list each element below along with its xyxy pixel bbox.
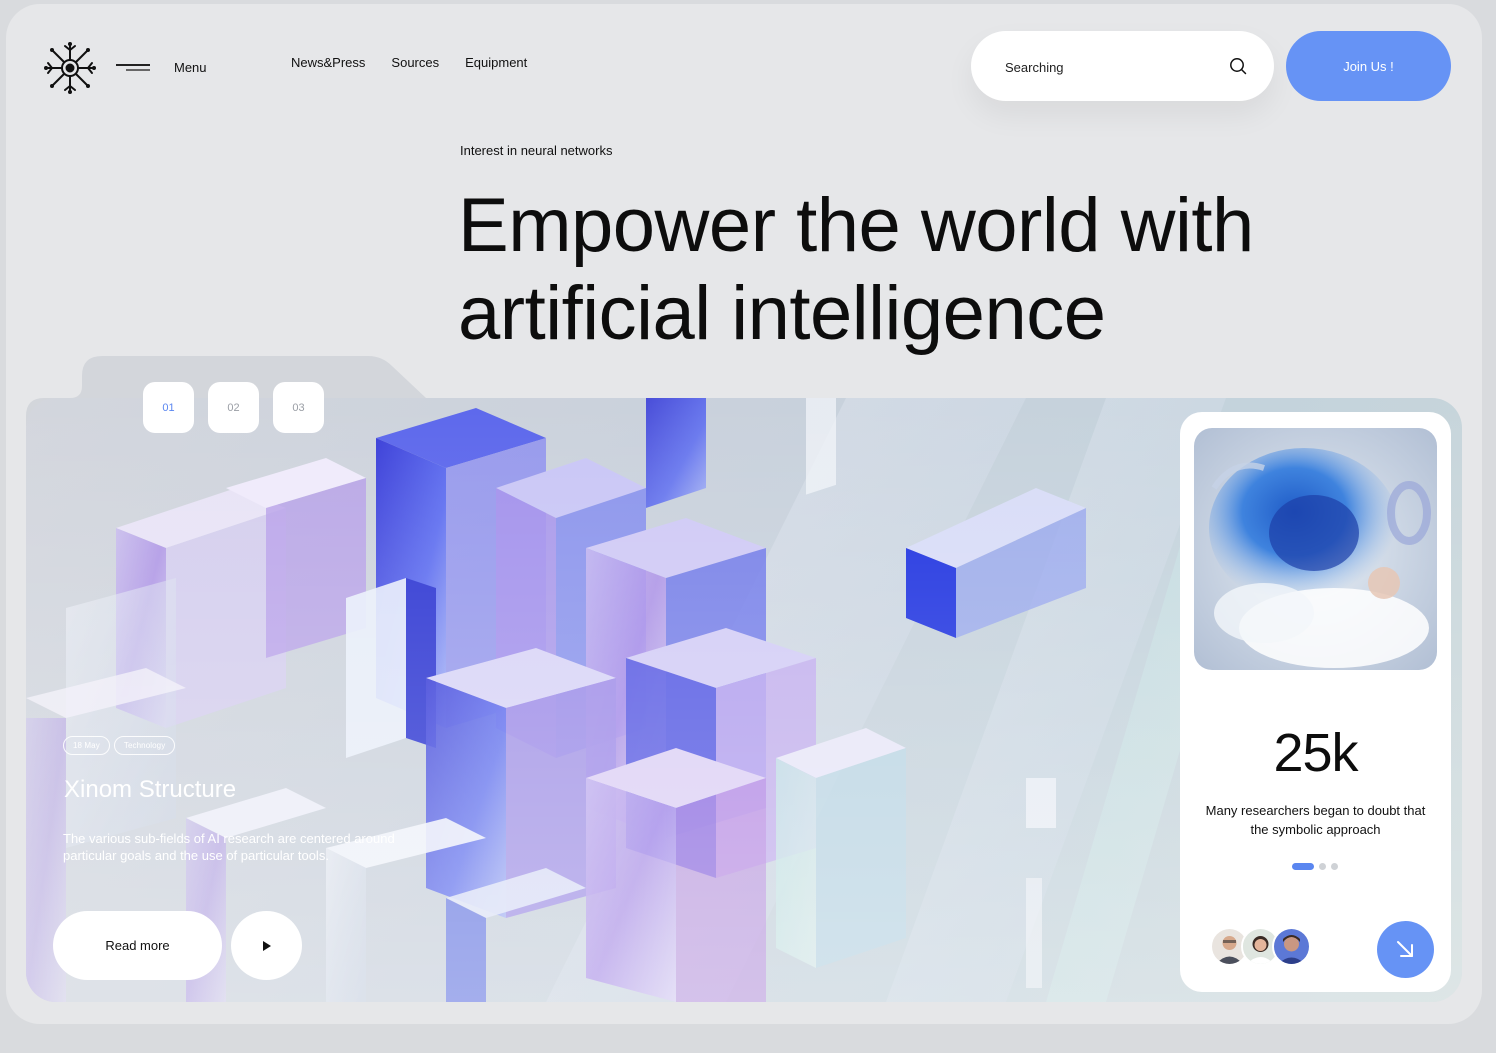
step-03[interactable]: 03	[273, 382, 324, 433]
nav-news-press[interactable]: News&Press	[291, 55, 365, 70]
abstract-fluid-image	[1194, 428, 1437, 670]
slide-steps: 01 02 03	[143, 382, 324, 433]
hero-eyebrow: Interest in neural networks	[460, 143, 613, 158]
step-02[interactable]: 02	[208, 382, 259, 433]
menu-button[interactable]: Menu	[116, 54, 207, 80]
headline-line-1: Empower the world with	[458, 183, 1254, 268]
arrow-button[interactable]	[1377, 921, 1434, 978]
search-bar	[971, 31, 1274, 101]
menu-icon	[116, 62, 150, 72]
nav-sources[interactable]: Sources	[391, 55, 439, 70]
search-icon[interactable]	[1229, 57, 1247, 75]
arrow-down-left-icon	[1397, 941, 1413, 957]
date-tag[interactable]: 18 May	[63, 736, 110, 755]
play-icon	[263, 941, 271, 951]
stat-description: Many researchers began to doubt that the…	[1205, 803, 1426, 837]
menu-label: Menu	[174, 59, 207, 75]
play-button[interactable]	[231, 911, 302, 980]
carousel-dot-3[interactable]	[1331, 863, 1338, 870]
avatar-group[interactable]	[1210, 927, 1311, 966]
search-input[interactable]	[1003, 55, 1217, 79]
feature-description: The various sub-fields of AI research ar…	[63, 831, 395, 863]
stat-card: 25k Many researchers began to doubt that…	[1180, 412, 1451, 992]
logo-icon[interactable]	[42, 40, 98, 96]
carousel-dots	[1292, 863, 1338, 870]
carousel-dot-2[interactable]	[1319, 863, 1326, 870]
nav-equipment[interactable]: Equipment	[465, 55, 527, 70]
avatar	[1272, 927, 1311, 966]
page-frame: Menu News&Press Sources Equipment Join U…	[6, 4, 1482, 1024]
hero-headline: Empower the world with artificial intell…	[458, 182, 1378, 358]
carousel-dot-1[interactable]	[1292, 863, 1314, 870]
category-tag[interactable]: Technology	[113, 736, 176, 755]
read-more-button[interactable]: Read more	[53, 911, 222, 980]
feature-title: Xinom Structure	[64, 776, 237, 803]
feature-tags: 18 May Technology	[63, 736, 176, 755]
headline-line-2: artificial intelligence	[458, 271, 1106, 356]
main-nav: News&Press Sources Equipment	[291, 55, 527, 70]
step-01[interactable]: 01	[143, 382, 194, 433]
stat-value: 25k	[1273, 723, 1358, 783]
stat-card-image	[1194, 428, 1437, 670]
join-us-button[interactable]: Join Us !	[1286, 31, 1451, 101]
